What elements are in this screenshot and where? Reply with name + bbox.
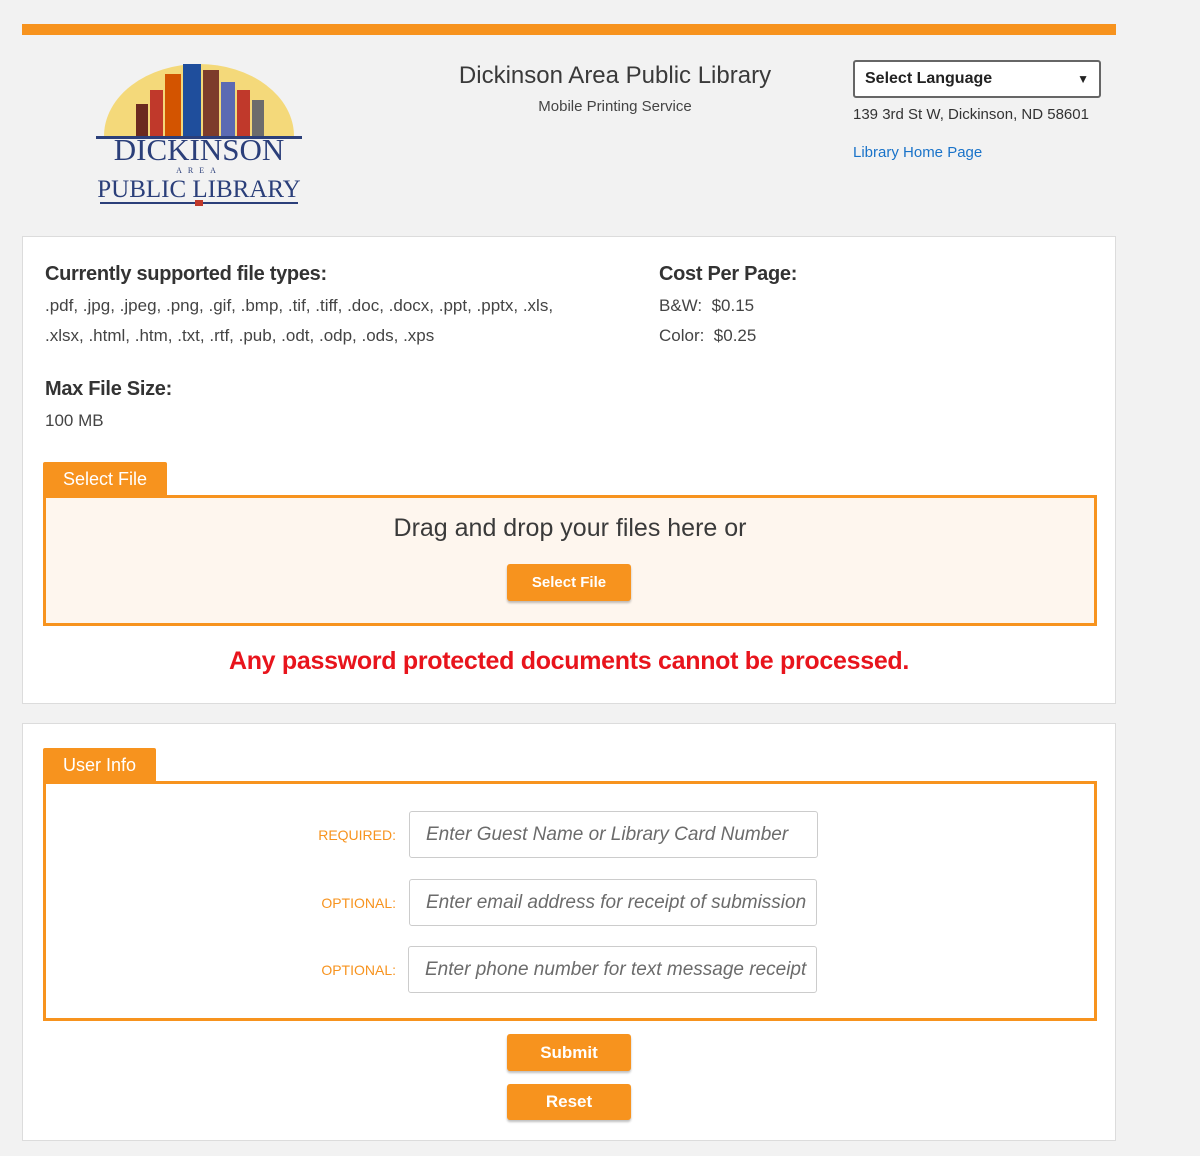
library-home-link[interactable]: Library Home Page <box>853 144 982 161</box>
tab-user-info: User Info <box>43 748 157 783</box>
phone-input[interactable]: Enter phone number for text message rece… <box>408 946 817 993</box>
library-address: 139 3rd St W, Dickinson, ND 58601 <box>853 106 1089 123</box>
chevron-down-icon: ▼ <box>1077 72 1089 86</box>
cost-list: B&W: $0.15 Color: $0.25 <box>659 291 756 351</box>
service-name: Mobile Printing Service <box>538 98 692 115</box>
file-types-line: .xlsx, .html, .htm, .txt, .rtf, .pub, .o… <box>45 326 435 345</box>
top-accent-bar <box>22 24 1116 35</box>
field-label-optional: OPTIONAL: <box>321 895 396 911</box>
svg-text:AREA: AREA <box>176 166 222 175</box>
svg-text:PUBLIC LIBRARY: PUBLIC LIBRARY <box>97 176 301 203</box>
email-input[interactable]: Enter email address for receipt of submi… <box>409 879 817 926</box>
file-types-line: .pdf, .jpg, .jpeg, .png, .gif, .bmp, .ti… <box>45 296 554 315</box>
file-types-list: .pdf, .jpg, .jpeg, .png, .gif, .bmp, .ti… <box>45 291 553 351</box>
library-name: Dickinson Area Public Library <box>458 62 772 89</box>
field-label-required: REQUIRED: <box>318 827 396 843</box>
cost-color: Color: $0.25 <box>659 326 757 345</box>
max-size-value: 100 MB <box>45 411 104 430</box>
reset-button[interactable]: Reset <box>507 1084 631 1120</box>
user-info-panel: User Info REQUIRED: Enter Guest Name or … <box>22 723 1116 1141</box>
cost-heading: Cost Per Page: <box>659 263 798 285</box>
submit-button[interactable]: Submit <box>507 1034 631 1071</box>
language-select[interactable]: Select Language ▼ <box>853 60 1101 98</box>
guest-name-input[interactable]: Enter Guest Name or Library Card Number <box>409 811 818 858</box>
library-logo: DICKINSON AREA PUBLIC LIBRARY <box>96 60 302 210</box>
cost-bw: B&W: $0.15 <box>659 296 755 315</box>
max-size-heading: Max File Size: <box>45 378 172 400</box>
file-types-heading: Currently supported file types: <box>45 263 327 285</box>
drop-zone-text: Drag and drop your files here or <box>393 514 747 542</box>
svg-text:DICKINSON: DICKINSON <box>114 132 285 167</box>
tab-select-file: Select File <box>43 462 168 497</box>
field-label-optional: OPTIONAL: <box>321 962 396 978</box>
language-select-label: Select Language <box>865 70 993 87</box>
select-file-button[interactable]: Select File <box>507 564 631 601</box>
file-drop-zone[interactable]: Drag and drop your files here or Select … <box>43 495 1097 626</box>
upload-panel: Currently supported file types: .pdf, .j… <box>22 236 1116 704</box>
password-warning: Any password protected documents cannot … <box>228 647 910 675</box>
user-info-form: REQUIRED: Enter Guest Name or Library Ca… <box>43 781 1097 1021</box>
